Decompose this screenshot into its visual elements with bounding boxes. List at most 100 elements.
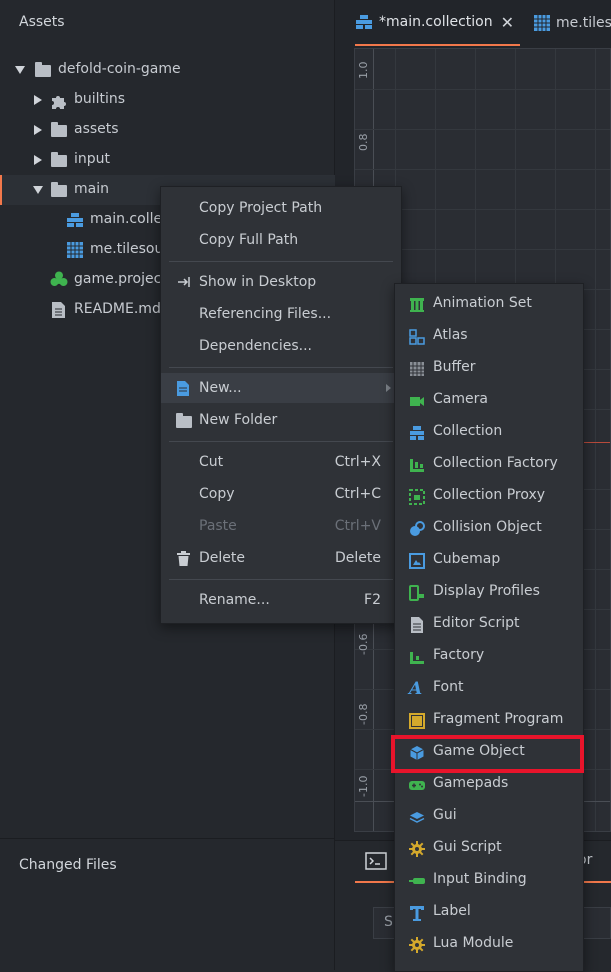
submenu-item-camera[interactable]: Camera [395,385,583,417]
tab-me-tilesource[interactable]: me.tilesource [534,0,611,46]
submenu-item-label: Display Profiles [433,583,540,599]
submenu-item-input-binding[interactable]: Input Binding [395,865,583,897]
tab-label: me.tilesource [556,15,611,31]
factory-icon [410,652,424,664]
gui-icon [409,812,425,823]
menu-item-copy-project-path[interactable]: Copy Project Path [161,193,401,223]
menu-item-rename[interactable]: Rename... F2 [161,585,401,615]
menu-item-paste[interactable]: Paste Ctrl+V [161,511,401,541]
submenu-item-label: Editor Script [433,615,520,631]
submenu-item-gui-script[interactable]: Gui Script [395,833,583,865]
y-axis-tick-label: -1.0 [357,775,370,797]
input-binding-icon [409,878,425,884]
tree-item-label: game.project [74,271,167,287]
submenu-item-gamepads[interactable]: Gamepads [395,769,583,801]
submenu-item-font[interactable]: A Font [395,673,583,705]
label-icon [410,906,424,921]
submenu-item-label: Camera [433,391,488,407]
menu-item-copy[interactable]: Copy Ctrl+C [161,479,401,509]
menu-item-shortcut: Ctrl+V [334,518,381,534]
new-submenu: Animation Set Atlas Buffer Camera Collec… [394,283,584,972]
submenu-item-label: Gamepads [433,775,509,791]
menu-item-show-in-desktop[interactable]: Show in Desktop [161,267,401,297]
menu-item-shortcut: Delete [335,550,381,566]
submenu-item-gui[interactable]: Gui [395,801,583,833]
submenu-item-atlas[interactable]: Atlas [395,321,583,353]
menu-item-cut[interactable]: Cut Ctrl+X [161,447,401,477]
folder-icon [51,122,67,137]
menu-item-label: Paste [199,518,237,534]
collection-proxy-icon [409,489,425,505]
display-profiles-icon [409,585,424,601]
submenu-item-label: Gui Script [433,839,502,855]
menu-item-new-folder[interactable]: New Folder [161,405,401,435]
folder-icon [51,182,67,197]
submenu-item-label: Lua Module [433,935,514,951]
buffer-icon [410,362,424,376]
collapse-arrow-icon[interactable] [34,155,42,165]
submenu-item-display-profiles[interactable]: Display Profiles [395,577,583,609]
grid-line [595,49,596,831]
panel-divider [0,838,334,839]
submenu-item-fragment-program[interactable]: Fragment Program [395,705,583,737]
tree-item-project-root[interactable]: defold-coin-game [0,55,334,85]
submenu-item-lua-module[interactable]: Lua Module [395,929,583,961]
animation-set-icon [410,298,424,312]
grid-line [355,129,610,130]
new-file-icon [177,381,189,396]
search-input-text: S [384,914,393,930]
submenu-item-buffer[interactable]: Buffer [395,353,583,385]
submenu-item-factory[interactable]: Factory [395,641,583,673]
y-axis-tick-label: 0.8 [357,133,370,152]
menu-item-dependencies[interactable]: Dependencies... [161,331,401,361]
tree-item-assets[interactable]: assets [0,115,334,145]
submenu-item-cubemap[interactable]: Cubemap [395,545,583,577]
submenu-item-label: Label [433,903,471,919]
submenu-item-editor-script[interactable]: Editor Script [395,609,583,641]
collection-icon [356,15,372,29]
menu-item-new[interactable]: New... [161,373,401,403]
menu-item-referencing-files[interactable]: Referencing Files... [161,299,401,329]
highlight-box [391,735,584,773]
collection-icon [67,213,83,227]
submenu-item-label: Collision Object [433,519,542,535]
tree-item-input[interactable]: input [0,145,334,175]
menu-item-delete[interactable]: Delete Delete [161,543,401,573]
atlas-icon [409,329,425,345]
collapse-arrow-icon[interactable] [34,125,42,135]
menu-item-label: New... [199,380,242,396]
camera-icon [410,397,424,406]
submenu-item-collection-factory[interactable]: Collection Factory [395,449,583,481]
menu-item-label: Show in Desktop [199,274,317,290]
collapse-arrow-icon[interactable] [34,95,42,105]
menu-item-copy-full-path[interactable]: Copy Full Path [161,225,401,255]
grid-line [355,89,610,90]
submenu-item-label: Input Binding [433,871,527,887]
trash-icon [177,551,190,566]
tree-item-label: builtins [74,91,126,107]
submenu-item-label[interactable]: Label [395,897,583,929]
menu-item-label: New Folder [199,412,278,428]
submenu-item-collection[interactable]: Collection [395,417,583,449]
submenu-item-label: Factory [433,647,485,663]
submenu-item-collection-proxy[interactable]: Collection Proxy [395,481,583,513]
close-icon[interactable]: ✕ [501,13,514,32]
show-in-desktop-icon [178,277,190,287]
y-axis-tick-label: -0.8 [357,703,370,725]
tree-item-builtins[interactable]: builtins [0,85,334,115]
menu-separator [169,579,393,580]
submenu-item-animation-set[interactable]: Animation Set [395,289,583,321]
changed-files-title: Changed Files [19,857,117,873]
submenu-arrow-icon [386,384,391,392]
assets-panel-title: Assets [19,14,65,30]
expand-arrow-icon[interactable] [33,186,43,194]
font-icon: A [409,679,423,699]
submenu-item-collision-object[interactable]: Collision Object [395,513,583,545]
game-project-icon [50,271,68,286]
tab-main-collection[interactable]: *main.collection ✕ [355,0,520,46]
terminal-icon[interactable] [365,852,387,870]
submenu-item-label: Animation Set [433,295,532,311]
menu-item-shortcut: Ctrl+C [334,486,381,502]
menu-item-label: Cut [199,454,224,470]
expand-arrow-icon[interactable] [15,66,25,74]
